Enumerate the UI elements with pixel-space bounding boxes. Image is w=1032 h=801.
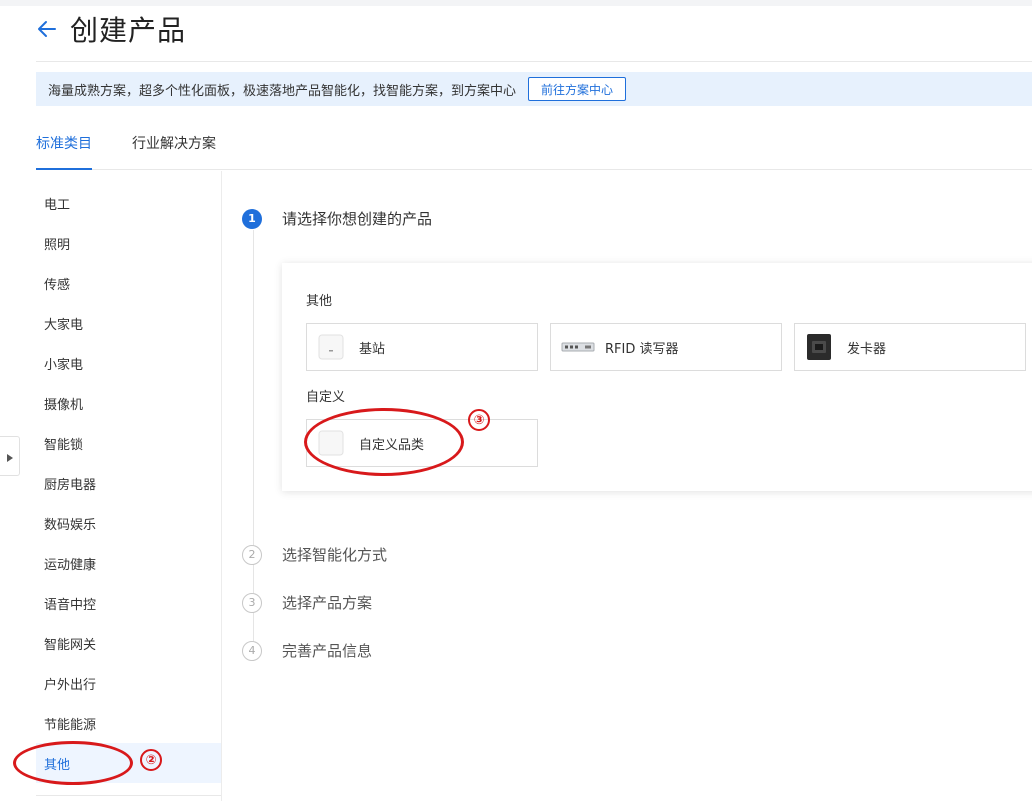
header-divider <box>36 61 1032 62</box>
step-3: 3 选择产品方案 <box>242 592 372 613</box>
sidebar-item-camera[interactable]: 摄像机 <box>36 383 221 423</box>
annotation-number-2: ② <box>140 749 162 771</box>
product-name: 发卡器 <box>847 341 887 357</box>
banner-text: 海量成熟方案，超多个性化面板，极速落地产品智能化，找智能方案，到方案中心 <box>48 83 517 99</box>
sidebar-item-smart-gateway[interactable]: 智能网关 <box>36 623 221 663</box>
step-number: 3 <box>242 592 262 613</box>
sidebar-item-energy[interactable]: 节能能源 <box>36 703 221 743</box>
step-4: 4 完善产品信息 <box>242 640 372 661</box>
category-tabs: 标准类目 行业解决方案 <box>36 122 1032 170</box>
step-number: 2 <box>242 544 262 565</box>
sidebar-item-outdoor-travel[interactable]: 户外出行 <box>36 663 221 703</box>
step-label: 选择智能化方式 <box>282 546 388 564</box>
group-title-custom: 自定义 <box>306 390 346 405</box>
annotation-number-3: ③ <box>468 409 490 431</box>
product-card-issuer[interactable]: 发卡器 <box>794 323 1026 371</box>
card-issuer-icon <box>805 333 833 361</box>
back-arrow-icon[interactable] <box>36 18 58 40</box>
product-custom-category[interactable]: 自定义品类 <box>306 419 538 467</box>
step-label: 选择产品方案 <box>282 594 373 612</box>
solution-banner: 海量成熟方案，超多个性化面板，极速落地产品智能化，找智能方案，到方案中心 前往方… <box>36 72 1032 106</box>
custom-category-icon <box>317 429 345 457</box>
sidebar-item-small-appliances[interactable]: 小家电 <box>36 343 221 383</box>
product-name: 自定义品类 <box>359 437 425 453</box>
step-2: 2 选择智能化方式 <box>242 544 387 565</box>
sidebar-item-smart-lock[interactable]: 智能锁 <box>36 423 221 463</box>
category-sidebar: 电工 照明 传感 大家电 小家电 摄像机 智能锁 厨房电器 数码娱乐 运动健康 … <box>36 171 222 801</box>
sidebar-item-voice-control[interactable]: 语音中控 <box>36 583 221 623</box>
product-base-station[interactable]: 基站 <box>306 323 538 371</box>
base-station-icon <box>317 333 345 361</box>
step-number: 4 <box>242 640 262 661</box>
product-name: 基站 <box>359 341 386 357</box>
step-label: 请选择你想创建的产品 <box>282 210 433 228</box>
sidebar-item-large-appliances[interactable]: 大家电 <box>36 303 221 343</box>
top-bar <box>0 0 1032 6</box>
rfid-reader-icon <box>561 333 595 361</box>
sidebar-item-lighting[interactable]: 照明 <box>36 223 221 263</box>
sidebar-item-kitchen[interactable]: 厨房电器 <box>36 463 221 503</box>
page-header: 创建产品 <box>36 12 187 47</box>
sidebar-item-electrical[interactable]: 电工 <box>36 183 221 223</box>
sidebar-item-digital-entertainment[interactable]: 数码娱乐 <box>36 503 221 543</box>
tab-industry-solutions[interactable]: 行业解决方案 <box>132 119 216 167</box>
step-number: 1 <box>242 208 262 229</box>
go-to-solution-center-button[interactable]: 前往方案中心 <box>528 77 627 101</box>
tab-standard-category[interactable]: 标准类目 <box>36 119 92 170</box>
steps-connector-line <box>253 230 254 648</box>
sidebar-bottom-divider <box>36 795 221 796</box>
product-rfid-reader[interactable]: RFID 读写器 <box>550 323 782 371</box>
group-title-other: 其他 <box>306 294 333 309</box>
page-title: 创建产品 <box>70 14 187 47</box>
sidebar-item-other[interactable]: 其他 <box>36 743 221 783</box>
sidebar-item-sports-health[interactable]: 运动健康 <box>36 543 221 583</box>
product-selection-card: 其他 基站 RFID 读写器 发卡器 自定义 自定义品类 <box>282 263 1032 491</box>
caret-right-icon <box>6 447 13 466</box>
step-label: 完善产品信息 <box>282 642 373 660</box>
product-name: RFID 读写器 <box>605 341 679 357</box>
step-1: 1 请选择你想创建的产品 <box>242 208 432 229</box>
sidebar-item-sensing[interactable]: 传感 <box>36 263 221 303</box>
expand-panel-handle[interactable] <box>0 436 20 476</box>
